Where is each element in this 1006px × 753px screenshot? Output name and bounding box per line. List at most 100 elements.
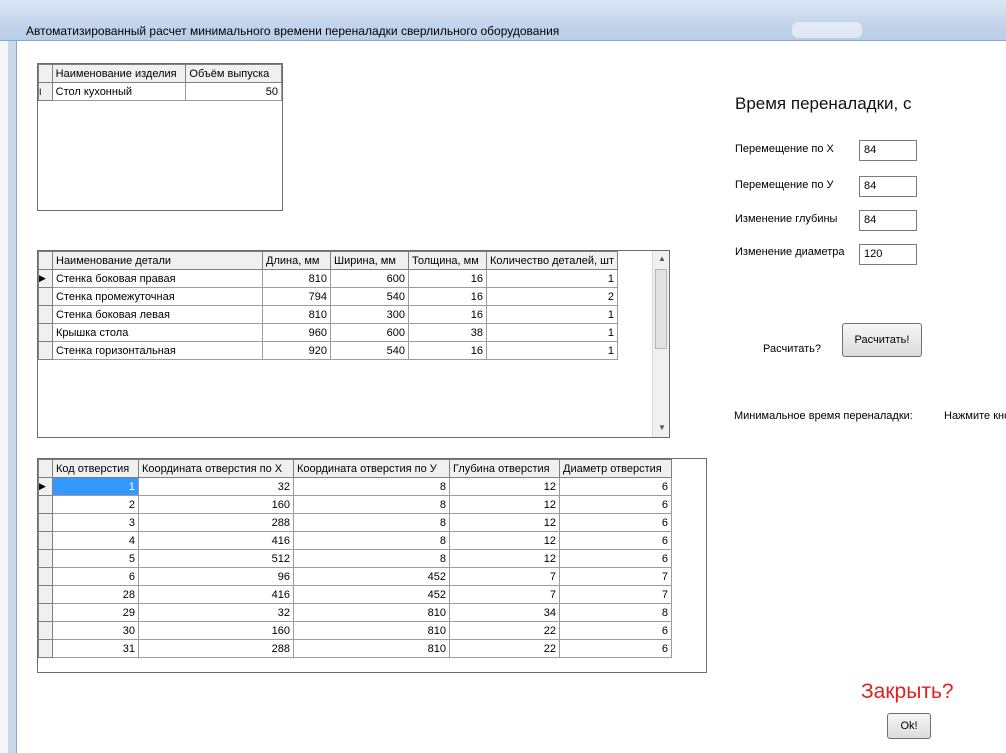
table-cell[interactable]: 810 xyxy=(293,621,450,640)
table-cell[interactable]: Стенка промежуточная xyxy=(52,287,263,306)
table-cell[interactable]: 416 xyxy=(138,585,294,604)
table-cell[interactable]: 810 xyxy=(262,305,331,324)
table-cell[interactable]: 1 xyxy=(52,477,139,496)
column-header-width[interactable]: Ширина, мм xyxy=(330,251,409,270)
table-cell[interactable]: 34 xyxy=(449,603,560,622)
move-y-field[interactable]: 84 xyxy=(859,176,917,197)
column-header-quantity[interactable]: Количество деталей, шт xyxy=(486,251,618,270)
column-header-diameter[interactable]: Диаметр отверстия xyxy=(559,459,672,478)
table-cell[interactable]: 5 xyxy=(52,549,139,568)
table-cell[interactable]: 8 xyxy=(293,477,450,496)
depth-change-field[interactable]: 84 xyxy=(859,210,917,231)
table-row[interactable]: 6 96 452 7 7 xyxy=(38,567,672,586)
column-header-detail-name[interactable]: Наименование детали xyxy=(52,251,263,270)
table-cell[interactable]: 300 xyxy=(330,305,409,324)
calculate-button[interactable]: Расчитать! xyxy=(842,323,922,357)
table-cell[interactable]: 4 xyxy=(52,531,139,550)
products-grid[interactable]: Наименование изделия Объём выпуска I Сто… xyxy=(37,63,283,211)
product-name-cell[interactable]: Стол кухонный xyxy=(51,82,187,101)
table-row[interactable]: 29 32 810 34 8 xyxy=(38,603,672,622)
table-cell[interactable]: 416 xyxy=(138,531,294,550)
table-cell[interactable]: 2 xyxy=(52,495,139,514)
scroll-up-arrow-icon[interactable]: ▲ xyxy=(658,254,666,263)
table-cell[interactable]: 32 xyxy=(138,603,294,622)
table-cell[interactable]: 6 xyxy=(559,621,672,640)
table-cell[interactable]: 8 xyxy=(293,513,450,532)
table-cell[interactable]: 6 xyxy=(559,513,672,532)
table-cell[interactable]: 8 xyxy=(293,531,450,550)
table-cell[interactable]: 28 xyxy=(52,585,139,604)
table-row[interactable]: Стенка промежуточная 794 540 16 2 xyxy=(38,287,618,306)
table-cell[interactable]: 810 xyxy=(293,639,450,658)
table-cell[interactable]: 22 xyxy=(449,621,560,640)
table-cell[interactable]: 160 xyxy=(138,495,294,514)
table-cell[interactable]: 960 xyxy=(262,323,331,342)
table-cell[interactable]: 32 xyxy=(138,477,294,496)
table-cell[interactable]: 1 xyxy=(486,341,618,360)
table-cell[interactable]: 7 xyxy=(559,567,672,586)
title-bar[interactable]: Автоматизированный расчет минимального в… xyxy=(0,0,1006,41)
table-cell[interactable]: 31 xyxy=(52,639,139,658)
table-cell[interactable]: 8 xyxy=(293,549,450,568)
table-cell[interactable]: 2 xyxy=(486,287,618,306)
table-cell[interactable]: 16 xyxy=(408,287,487,306)
column-header-coord-y[interactable]: Координата отверстия по У xyxy=(293,459,450,478)
table-cell[interactable]: 1 xyxy=(486,305,618,324)
table-cell[interactable]: 540 xyxy=(330,287,409,306)
table-cell[interactable]: 600 xyxy=(330,323,409,342)
table-cell[interactable]: 3 xyxy=(52,513,139,532)
table-row[interactable]: Стенка боковая левая 810 300 16 1 xyxy=(38,305,618,324)
table-row[interactable]: I Стол кухонный 50 xyxy=(38,82,282,101)
table-cell[interactable]: 12 xyxy=(449,513,560,532)
table-cell[interactable]: 12 xyxy=(449,531,560,550)
table-cell[interactable]: 8 xyxy=(293,495,450,514)
table-cell[interactable]: 16 xyxy=(408,305,487,324)
table-row[interactable]: 31 288 810 22 6 xyxy=(38,639,672,658)
table-row[interactable]: 28 416 452 7 7 xyxy=(38,585,672,604)
table-cell[interactable]: 288 xyxy=(138,639,294,658)
table-cell[interactable]: 16 xyxy=(408,269,487,288)
table-row[interactable]: 3 288 8 12 6 xyxy=(38,513,672,532)
column-header-product-name[interactable]: Наименование изделия xyxy=(51,64,187,83)
table-row[interactable]: Стенка горизонтальная 920 540 16 1 xyxy=(38,341,618,360)
table-cell[interactable]: 160 xyxy=(138,621,294,640)
column-header-thickness[interactable]: Толщина, мм xyxy=(408,251,487,270)
table-cell[interactable]: 512 xyxy=(138,549,294,568)
table-cell[interactable]: 96 xyxy=(138,567,294,586)
table-cell[interactable]: 452 xyxy=(293,585,450,604)
table-cell[interactable]: 7 xyxy=(449,567,560,586)
details-grid[interactable]: Наименование детали Длина, мм Ширина, мм… xyxy=(37,250,670,438)
table-cell[interactable]: 6 xyxy=(559,639,672,658)
column-header-length[interactable]: Длина, мм xyxy=(262,251,331,270)
column-header-coord-x[interactable]: Координата отверстия по X xyxy=(138,459,294,478)
table-cell[interactable]: 12 xyxy=(449,549,560,568)
column-header-hole-code[interactable]: Код отверстия xyxy=(52,459,139,478)
table-cell[interactable]: 1 xyxy=(486,269,618,288)
table-cell[interactable]: 12 xyxy=(449,477,560,496)
table-cell[interactable]: 6 xyxy=(559,531,672,550)
table-cell[interactable]: 810 xyxy=(262,269,331,288)
table-row[interactable]: ▶ 1 32 8 12 6 xyxy=(38,477,672,496)
volume-cell[interactable]: 50 xyxy=(185,82,282,101)
details-vertical-scrollbar[interactable]: ▲ ▼ xyxy=(652,251,669,437)
table-cell[interactable]: 8 xyxy=(559,603,672,622)
holes-grid[interactable]: Код отверстия Координата отверстия по X … xyxy=(37,458,707,673)
table-cell[interactable]: 6 xyxy=(559,477,672,496)
table-cell[interactable]: 452 xyxy=(293,567,450,586)
table-cell[interactable]: 600 xyxy=(330,269,409,288)
table-row[interactable]: ▶ Стенка боковая правая 810 600 16 1 xyxy=(38,269,618,288)
table-cell[interactable]: 920 xyxy=(262,341,331,360)
table-cell[interactable]: 6 xyxy=(559,495,672,514)
table-row[interactable]: 5 512 8 12 6 xyxy=(38,549,672,568)
column-header-volume[interactable]: Объём выпуска xyxy=(185,64,282,83)
table-cell[interactable]: Стенка боковая левая xyxy=(52,305,263,324)
table-cell[interactable]: 794 xyxy=(262,287,331,306)
ok-button[interactable]: Ok! xyxy=(887,713,931,739)
table-row[interactable]: 4 416 8 12 6 xyxy=(38,531,672,550)
scroll-down-arrow-icon[interactable]: ▼ xyxy=(658,423,666,432)
table-cell[interactable]: 29 xyxy=(52,603,139,622)
table-cell[interactable]: 6 xyxy=(52,567,139,586)
table-row[interactable]: Крышка стола 960 600 38 1 xyxy=(38,323,618,342)
move-x-field[interactable]: 84 xyxy=(859,140,917,161)
table-cell[interactable]: Стенка горизонтальная xyxy=(52,341,263,360)
